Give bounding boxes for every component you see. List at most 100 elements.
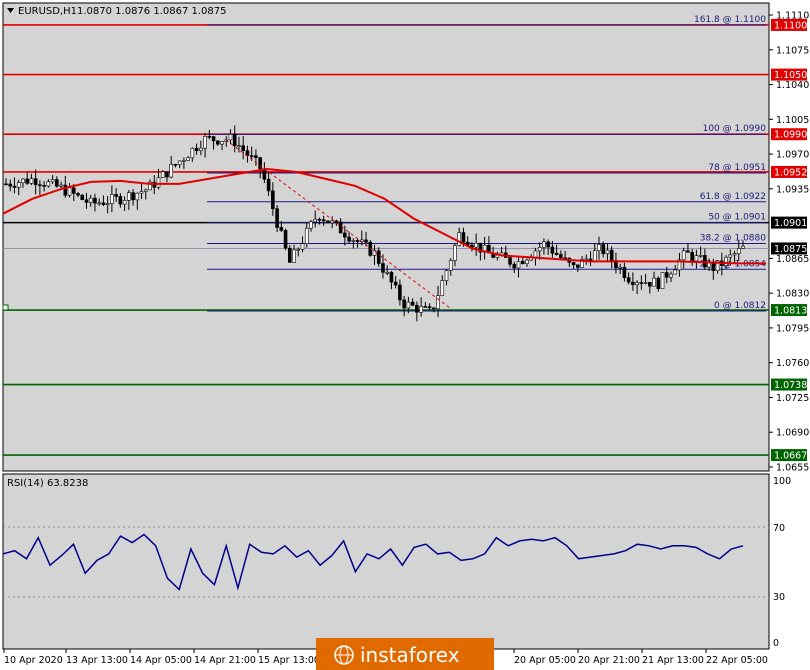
candle-body: [592, 250, 597, 263]
candle-body: [571, 262, 576, 266]
candle-body: [406, 301, 411, 309]
candle-body: [364, 239, 368, 243]
time-tick-label: 15 Apr 13:00: [258, 655, 320, 666]
candle-body: [135, 192, 140, 201]
candle-body: [228, 134, 233, 141]
rsi-tick-30: 30: [773, 592, 785, 603]
candle-body: [643, 281, 648, 284]
candle-body: [16, 182, 21, 188]
candle-body: [533, 250, 538, 258]
ohlc-label: 1.0870 1.0876 1.0867 1.0875: [77, 6, 227, 17]
candle-body: [448, 260, 453, 271]
candle-body: [254, 155, 258, 158]
candle-body: [143, 189, 148, 192]
fib-level-label: 161.8 @ 1.1100: [694, 15, 766, 25]
chart-header: EURUSD,H1 1.0870 1.0876 1.0867 1.0875: [7, 6, 227, 17]
time-tick-label: 10 Apr 2020: [4, 655, 63, 666]
price-tag-text: 1.0901: [774, 218, 807, 229]
candle-body: [525, 259, 529, 264]
candle-body: [131, 192, 135, 201]
candle-body: [440, 280, 445, 296]
candle-body: [372, 250, 377, 256]
candle-body: [4, 183, 8, 186]
price-tag-text: 1.1050: [774, 70, 807, 81]
candle-body: [296, 248, 301, 251]
candle-body: [21, 178, 25, 184]
candle-body: [182, 160, 186, 162]
candle-body: [160, 171, 165, 178]
candle-body: [97, 202, 101, 205]
price-tick-label: 1.0970: [776, 150, 809, 161]
fib-level-label: 50 @ 1.0901: [708, 213, 766, 223]
time-tick-label: 13 Apr 13:00: [66, 655, 128, 666]
candle-body: [584, 258, 589, 261]
rsi-tick-70: 70: [773, 523, 785, 534]
candle-body: [84, 199, 89, 203]
candle-body: [686, 250, 690, 253]
candle-body: [376, 250, 381, 264]
candle-body: [338, 221, 343, 234]
candle-body: [436, 295, 440, 310]
candle-body: [351, 240, 356, 242]
candle-body: [431, 307, 436, 310]
candle-body: [33, 178, 38, 186]
candle-body: [427, 306, 432, 309]
fib-level-label: 38.2 @ 1.0880: [700, 233, 767, 243]
candle-body: [635, 282, 639, 286]
candle-body: [444, 270, 449, 281]
candle-body: [537, 247, 542, 252]
candle-body: [156, 177, 161, 188]
candle-body: [648, 281, 652, 287]
candle-body: [215, 140, 220, 145]
candle-body: [165, 171, 169, 178]
price-tag-text: 1.0738: [774, 380, 807, 391]
candle-body: [271, 190, 275, 209]
candle-body: [601, 244, 606, 255]
fib-level-label: 100 @ 1.0990: [703, 124, 767, 134]
price-tick-label: 1.0830: [776, 289, 809, 300]
watermark-text: instaforex: [360, 643, 460, 667]
time-tick-label: 20 Apr 05:00: [514, 655, 576, 666]
candle-body: [186, 157, 190, 161]
candle-body: [698, 255, 703, 257]
price-tag-text: 1.0875: [774, 244, 807, 255]
candle-body: [681, 250, 686, 261]
time-tick-label: 21 Apr 13:00: [642, 655, 704, 666]
candle-body: [283, 230, 288, 249]
candle-body: [546, 241, 550, 248]
candle-body: [334, 220, 339, 223]
candle-body: [249, 155, 254, 157]
candle-body: [330, 220, 334, 224]
candle-body: [266, 178, 271, 192]
candle-body: [639, 282, 644, 284]
time-tick-label: 20 Apr 21:00: [578, 655, 640, 666]
candle-body: [122, 200, 127, 205]
candle-body: [313, 218, 318, 223]
candle-body: [8, 183, 13, 187]
candle-body: [419, 306, 423, 313]
candle-body: [728, 254, 733, 258]
candle-body: [80, 194, 85, 201]
candle-body: [275, 208, 279, 228]
candle-body: [38, 184, 42, 187]
support-line-handle[interactable]: [2, 304, 9, 311]
candle-body: [326, 220, 330, 224]
candle-body: [25, 178, 29, 184]
candle-body: [508, 257, 512, 265]
candle-body: [626, 277, 631, 283]
candle-body: [618, 266, 622, 269]
candle-body: [512, 263, 517, 269]
candle-body: [317, 218, 322, 221]
price-tick-label: 1.0725: [776, 393, 809, 404]
candle-body: [300, 243, 305, 250]
candle-body: [550, 246, 555, 254]
candle-body: [542, 241, 546, 248]
candle-body: [664, 272, 669, 278]
candle-body: [76, 193, 80, 196]
candle-body: [724, 256, 728, 266]
candle-body: [88, 197, 93, 203]
candle-body: [576, 264, 580, 268]
price-tag-text: 1.0813: [774, 306, 807, 317]
candle-body: [461, 232, 466, 243]
candle-body: [355, 240, 360, 242]
